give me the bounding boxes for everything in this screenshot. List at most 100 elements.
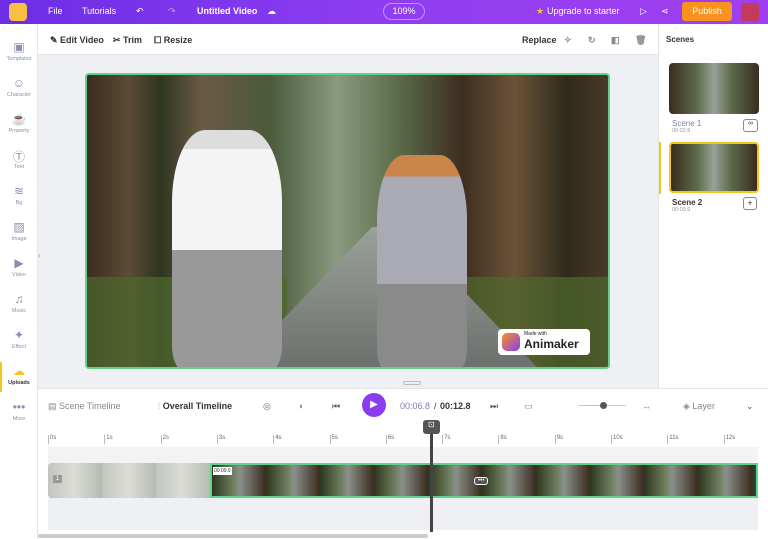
sidebar-item-video[interactable]: ▶ Video <box>0 256 38 278</box>
skip-forward-icon[interactable]: ⏭ <box>490 401 498 412</box>
horizontal-scrollbar[interactable] <box>38 534 428 538</box>
sidebar-item-character[interactable]: ☺ Character <box>0 76 38 98</box>
project-title[interactable]: Untitled Video <box>197 6 257 16</box>
more-icon: ••• <box>12 400 26 414</box>
image-icon: ▨ <box>13 220 25 234</box>
scene-2-name: Scene 2 <box>672 198 703 207</box>
collapse-chevron-icon[interactable]: ⌄ <box>746 401 754 412</box>
play-button[interactable]: ▶ <box>362 393 386 417</box>
video-canvas[interactable]: Made with Animaker <box>85 73 610 369</box>
zoom-slider[interactable] <box>578 402 626 409</box>
scene-2-thumbnail[interactable] <box>669 142 759 193</box>
upgrade-link[interactable]: Upgrade to starter <box>547 6 620 16</box>
sidebar-item-bg[interactable]: ≋ Bg <box>0 184 38 206</box>
trim-label: Trim <box>123 35 143 45</box>
sidebar-item-text[interactable]: Ⓣ Text <box>0 148 38 170</box>
flip-icon[interactable]: ◧ <box>611 35 620 46</box>
tick-label: 1s <box>104 435 113 444</box>
scene-2-clip[interactable]: 00:09.9 ••• <box>210 463 758 498</box>
trim-button[interactable]: ✂ Trim <box>113 35 142 46</box>
overall-timeline-tab[interactable]: ⫶ Overall Timeline <box>158 401 232 412</box>
scenes-panel: Scenes Scene 1 00:02.9 ∞ Scene 2 00:09.9… <box>658 24 768 388</box>
zoom-dropdown[interactable]: 109% <box>383 3 425 20</box>
share-icon[interactable]: ⋖ <box>661 6 669 17</box>
delete-icon[interactable]: 🗑 <box>635 35 646 46</box>
tick-label: 0s <box>48 435 56 444</box>
tick-label: 5s <box>329 435 338 444</box>
fit-screen-icon[interactable]: ◎ <box>263 401 271 412</box>
sidebar-item-image[interactable]: ▨ Image <box>0 220 38 242</box>
skip-back-icon[interactable]: ⏮ <box>332 401 340 412</box>
timeline-icon: ⫶ <box>158 401 161 411</box>
layers-icon: ≋ <box>13 184 25 198</box>
undo-icon[interactable]: ↶ <box>136 6 144 17</box>
transition-icon[interactable]: ∞ <box>743 119 758 132</box>
zoom-slider-handle[interactable] <box>600 402 607 409</box>
sidebar-label: Templates <box>6 56 32 62</box>
sidebar-item-music[interactable]: ♫ Music <box>0 292 38 314</box>
sidebar-label: Uploads <box>8 380 30 386</box>
sidebar-label: Video <box>12 272 26 278</box>
publish-button[interactable]: Publish <box>682 2 732 21</box>
edit-toolbar: ✎ Edit Video ✂ Trim ⧠ Resize Replace ✧ ↻… <box>38 24 658 55</box>
scene-2-duration: 00:09.9 <box>672 207 691 213</box>
scene-1-clip[interactable]: 1 <box>48 463 210 498</box>
remove-bg-icon[interactable]: ✧ <box>564 35 572 46</box>
preview-icon[interactable]: ▷ <box>640 6 647 17</box>
resize-button[interactable]: ⧠ Resize <box>154 35 192 46</box>
scene-timeline-label: Scene Timeline <box>59 401 121 411</box>
selected-indicator <box>659 142 661 194</box>
add-scene-button[interactable]: + <box>743 197 757 210</box>
tutorials-menu[interactable]: Tutorials <box>82 6 116 16</box>
sidebar-label: Bg <box>15 200 23 206</box>
resize-label: Resize <box>163 35 193 45</box>
cup-icon: ☕ <box>11 112 27 126</box>
current-time: 00:06.8 <box>400 401 431 411</box>
sidebar-label: Character <box>6 92 32 98</box>
avatar[interactable] <box>741 3 759 21</box>
sidebar-label: Music <box>11 308 27 314</box>
scene-1-name: Scene 1 <box>672 119 702 128</box>
sidebar-item-uploads[interactable]: ☁ Uploads <box>0 364 38 386</box>
fit-width-icon[interactable]: ↔ <box>642 401 651 411</box>
tick-label: 6s <box>385 435 394 444</box>
playhead[interactable]: ⊡ <box>422 420 440 532</box>
timeline-panel: ▤ Scene Timeline ⫶ Overall Timeline ◎ ◖ … <box>38 388 768 539</box>
tick-label: 2s <box>160 435 169 444</box>
redo-icon[interactable]: ↷ <box>168 6 176 17</box>
watermark-small-text: Made with <box>524 331 547 337</box>
file-menu[interactable]: File <box>48 6 63 16</box>
sidebar-item-more[interactable]: ••• More <box>0 400 38 422</box>
tick-label: 12s <box>723 435 735 444</box>
clapper-icon: ▣ <box>13 40 25 54</box>
sidebar-label: More <box>12 416 26 422</box>
edit-video-button[interactable]: ✎ Edit Video <box>50 35 104 46</box>
time-separator: / <box>434 401 437 411</box>
tick-label: 4s <box>273 435 282 444</box>
rotate-icon[interactable]: ↻ <box>588 35 596 46</box>
total-time: 00:12.8 <box>440 401 471 411</box>
playhead-handle[interactable]: ⊡ <box>422 420 440 434</box>
scene-1-thumbnail[interactable] <box>669 63 759 114</box>
expand-sidebar-icon[interactable]: › <box>38 251 41 260</box>
subtitle-icon[interactable]: ▭ <box>524 401 533 412</box>
tick-label: 10s <box>611 435 623 444</box>
layer-button[interactable]: ◈ Layer <box>683 401 715 412</box>
top-bar: File Tutorials ↶ ↷ Untitled Video ☁ 109%… <box>0 0 768 24</box>
man-jogging <box>172 130 282 367</box>
replace-button[interactable]: Replace <box>522 35 557 45</box>
tick-label: 8s <box>498 435 507 444</box>
empty-track <box>48 447 758 463</box>
resize-handle[interactable] <box>403 381 421 385</box>
animaker-logo[interactable] <box>9 3 27 21</box>
scene-timeline-tab[interactable]: ▤ Scene Timeline <box>48 401 121 412</box>
sidebar-item-property[interactable]: ☕ Property <box>0 112 38 134</box>
clip-index: 1 <box>53 475 63 483</box>
sidebar-label: Property <box>8 128 30 134</box>
sidebar-item-templates[interactable]: ▣ Templates <box>0 40 38 62</box>
more-options-icon[interactable]: ••• <box>474 477 489 485</box>
voice-icon[interactable]: ◖ <box>298 401 303 411</box>
scene-1-duration: 00:02.9 <box>672 128 691 134</box>
sidebar-item-effect[interactable]: ✦ Effect <box>0 328 38 350</box>
music-icon: ♫ <box>14 292 24 306</box>
